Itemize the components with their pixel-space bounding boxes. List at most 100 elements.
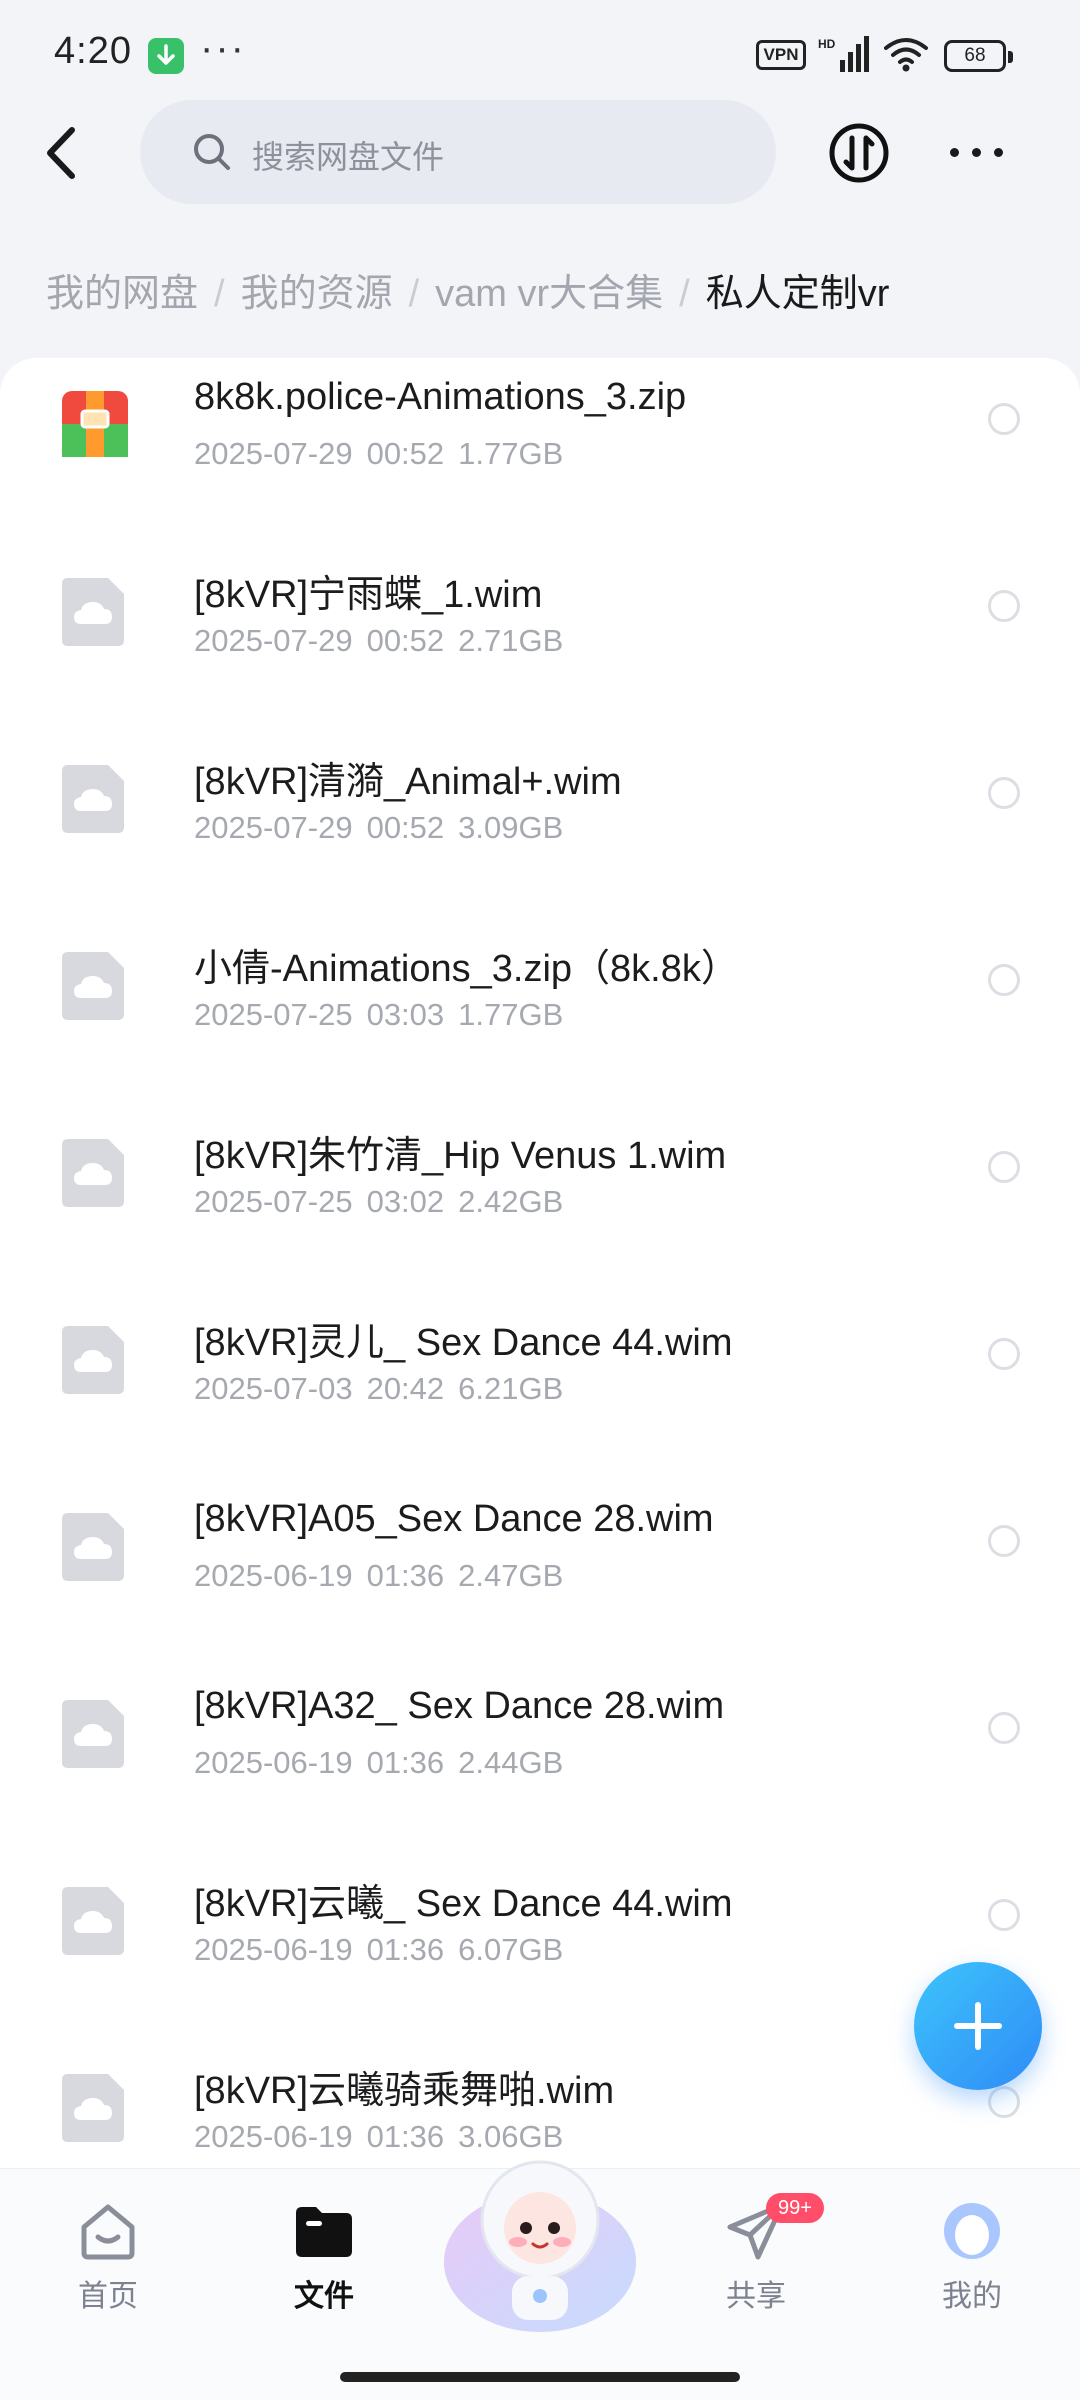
cloud-file-icon	[62, 761, 128, 835]
svg-text:HD: HD	[818, 37, 836, 51]
file-date: 2025-06-19	[194, 1745, 353, 1780]
file-size: 2.47GB	[458, 1558, 564, 1593]
file-date: 2025-06-19	[194, 2119, 353, 2154]
notification-badge: 99+	[766, 2193, 824, 2223]
search-placeholder: 搜索网盘文件	[252, 139, 445, 175]
select-checkbox[interactable]	[988, 590, 1020, 622]
file-time: 00:52	[366, 623, 445, 658]
select-checkbox[interactable]	[988, 403, 1020, 435]
home-icon	[81, 2204, 135, 2260]
more-dot-icon	[994, 148, 1003, 157]
file-date: 2025-06-19	[194, 1558, 353, 1593]
file-time: 01:36	[366, 2119, 445, 2154]
file-meta: 2025-06-19 01:36 2.44GB	[194, 1745, 577, 1781]
cloud-file-icon	[62, 1322, 128, 1396]
breadcrumb-item-my-drive[interactable]: 我的网盘	[46, 273, 198, 315]
more-dot-icon	[950, 148, 959, 157]
file-time: 01:36	[366, 1932, 445, 1967]
select-checkbox[interactable]	[988, 1899, 1020, 1931]
select-checkbox[interactable]	[988, 777, 1020, 809]
select-checkbox[interactable]	[988, 1338, 1020, 1370]
transfer-icon	[829, 123, 889, 183]
file-name: 小倩-Animations_3.zip（8k.8k）	[194, 948, 739, 990]
profile-icon	[944, 2203, 1000, 2259]
nav-label: 我的	[942, 2280, 1002, 2313]
breadcrumb: 我的网盘 / 我的资源 / vam vr大合集 / 私人定制vr	[46, 262, 889, 317]
mascot-icon	[444, 2160, 636, 2332]
file-time: 20:42	[366, 1371, 445, 1406]
file-time: 01:36	[366, 1558, 445, 1593]
select-checkbox[interactable]	[988, 964, 1020, 996]
nav-item-home[interactable]: 首页	[38, 2199, 178, 2315]
file-date: 2025-07-25	[194, 997, 353, 1032]
select-checkbox[interactable]	[988, 1525, 1020, 1557]
file-size: 1.77GB	[458, 436, 564, 471]
file-meta: 2025-07-29 00:52 2.71GB	[194, 623, 577, 659]
file-size: 6.21GB	[458, 1371, 564, 1406]
file-date: 2025-07-03	[194, 1371, 353, 1406]
breadcrumb-separator: /	[214, 273, 225, 315]
file-meta: 2025-07-29 00:52 1.77GB	[194, 436, 577, 472]
file-time: 00:52	[366, 810, 445, 845]
breadcrumb-separator: /	[679, 273, 690, 315]
file-date: 2025-07-29	[194, 436, 353, 471]
select-checkbox[interactable]	[988, 1712, 1020, 1744]
file-name: [8kVR]云曦骑乘舞啪.wim	[194, 2070, 615, 2112]
file-name: [8kVR]朱竹清_Hip Venus 1.wim	[194, 1135, 727, 1177]
search-bar[interactable]: 搜索网盘文件	[140, 100, 776, 204]
file-date: 2025-07-29	[194, 810, 353, 845]
nav-item-files[interactable]: 文件	[254, 2199, 394, 2315]
file-browser-screen: 4:20 ··· VPN HD 68 搜索网盘文件 我的网盘 / 我的资源 / …	[0, 0, 1080, 2400]
mascot-assistant-button[interactable]	[440, 2150, 640, 2350]
nav-label: 首页	[78, 2280, 138, 2313]
signal-icon: HD	[818, 34, 872, 79]
select-checkbox[interactable]	[988, 2086, 1020, 2118]
cloud-file-icon	[62, 1509, 128, 1583]
nav-label: 文件	[294, 2280, 354, 2313]
file-name: [8kVR]宁雨蝶_1.wim	[194, 574, 543, 616]
file-meta: 2025-07-25 03:03 1.77GB	[194, 997, 577, 1033]
nav-label: 共享	[726, 2280, 786, 2313]
file-name: [8kVR]A32_ Sex Dance 28.wim	[194, 1685, 725, 1727]
cloud-file-icon	[62, 1135, 128, 1209]
breadcrumb-current-folder: 私人定制vr	[705, 273, 890, 315]
chevron-left-icon	[47, 127, 75, 179]
file-date: 2025-07-25	[194, 1184, 353, 1219]
zip-archive-icon	[62, 387, 128, 461]
file-size: 2.71GB	[458, 623, 564, 658]
file-name: [8kVR]灵儿_ Sex Dance 44.wim	[194, 1322, 733, 1364]
file-list: 8k8k.police-Animations_3.zip 2025-07-29 0…	[0, 358, 1080, 2178]
select-checkbox[interactable]	[988, 1151, 1020, 1183]
more-options-button[interactable]	[946, 130, 1006, 174]
status-time: 4:20	[54, 30, 132, 72]
file-size: 1.77GB	[458, 997, 564, 1032]
file-meta: 2025-06-19 01:36 2.47GB	[194, 1558, 577, 1594]
file-name: [8kVR]A05_Sex Dance 28.wim	[194, 1498, 714, 1540]
file-name: [8kVR]清漪_Animal+.wim	[194, 761, 622, 803]
nav-item-profile[interactable]: 我的	[902, 2199, 1042, 2315]
cloud-file-icon	[62, 2070, 128, 2144]
vpn-indicator: VPN	[756, 40, 806, 70]
breadcrumb-item-my-resources[interactable]: 我的资源	[241, 273, 393, 315]
nav-item-share[interactable]: 99+ 共享	[686, 2193, 826, 2315]
transfer-list-button[interactable]	[828, 122, 890, 184]
status-bar: 4:20 ··· VPN HD 68	[0, 0, 1080, 100]
cloud-file-icon	[62, 1696, 128, 1770]
add-button[interactable]	[914, 1962, 1042, 2090]
breadcrumb-item-collection[interactable]: vam vr大合集	[435, 273, 663, 315]
file-size: 3.09GB	[458, 810, 564, 845]
file-size: 2.44GB	[458, 1745, 564, 1780]
search-icon	[190, 130, 234, 179]
back-button[interactable]	[36, 118, 92, 188]
file-meta: 2025-07-29 00:52 3.09GB	[194, 810, 577, 846]
cloud-file-icon	[62, 574, 128, 648]
breadcrumb-separator: /	[408, 273, 420, 315]
file-date: 2025-07-29	[194, 623, 353, 658]
file-size: 6.07GB	[458, 1932, 564, 1967]
file-time: 00:52	[366, 436, 445, 471]
battery-indicator: 68	[944, 40, 1013, 72]
folder-icon	[296, 2207, 352, 2257]
file-meta: 2025-07-03 20:42 6.21GB	[194, 1371, 577, 1407]
cloud-file-icon	[62, 1883, 128, 1957]
file-name: [8kVR]云曦_ Sex Dance 44.wim	[194, 1883, 733, 1925]
